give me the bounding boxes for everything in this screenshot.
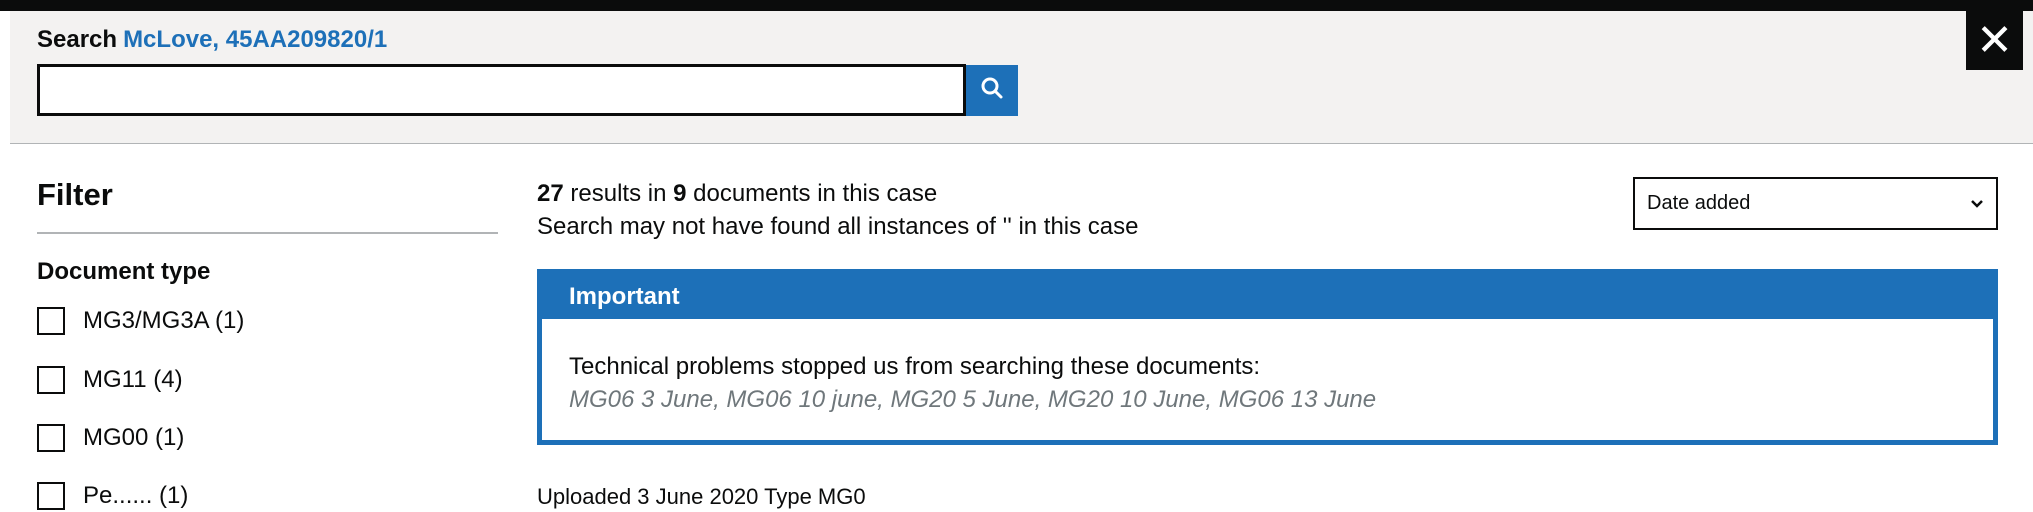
results-note: Search may not have found all instances …	[537, 213, 1139, 240]
filter-option-label: Pe...... (1)	[83, 482, 189, 509]
filter-option-label: MG00 (1)	[83, 424, 185, 451]
close-button[interactable]: ✕	[1966, 11, 2023, 70]
close-icon: ✕	[1976, 15, 2013, 65]
results-summary: 27 results in 9 documents in this case	[537, 180, 937, 208]
filter-option-mg11[interactable]: MG11 (4)	[37, 364, 183, 396]
sort-select[interactable]: Date added	[1633, 177, 1998, 230]
document-count: 9	[673, 180, 687, 207]
search-title: Search McLove, 45AA209820/1	[37, 26, 387, 54]
filter-option-label: MG3/MG3A (1)	[83, 307, 245, 334]
checkbox[interactable]	[37, 424, 65, 452]
result-count: 27	[537, 180, 564, 207]
results-in-text: results in	[570, 180, 667, 207]
filter-divider	[37, 232, 498, 234]
search-label: Search	[37, 26, 118, 53]
checkbox[interactable]	[37, 366, 65, 394]
top-strip	[0, 0, 2033, 11]
important-banner: Important Technical problems stopped us …	[537, 269, 1998, 445]
important-heading: Important	[542, 274, 1993, 319]
search-button[interactable]	[966, 65, 1018, 116]
failed-documents-list: MG06 3 June, MG06 10 june, MG20 5 June, …	[569, 386, 1377, 413]
filter-option-label: MG11 (4)	[83, 366, 183, 393]
case-name-link[interactable]: McLove, 45AA209820/1	[123, 26, 387, 53]
search-header: Search McLove, 45AA209820/1	[10, 11, 2033, 144]
filter-option-mg00[interactable]: MG00 (1)	[37, 422, 184, 454]
results-suffix: documents in this case	[693, 180, 938, 207]
checkbox[interactable]	[37, 482, 65, 510]
search-input[interactable]	[37, 64, 966, 116]
document-type-label: Document type	[37, 258, 211, 285]
filter-option-mg3[interactable]: MG3/MG3A (1)	[37, 305, 244, 337]
result-item[interactable]: Uploaded 3 June 2020 Type MG0	[537, 484, 866, 510]
filter-heading: Filter	[37, 177, 113, 212]
search-icon	[980, 76, 1004, 105]
chevron-down-icon	[1970, 192, 1984, 215]
sort-selected-value: Date added	[1647, 192, 1751, 214]
important-text: Technical problems stopped us from searc…	[569, 353, 1261, 380]
checkbox[interactable]	[37, 307, 65, 335]
filter-option-4[interactable]: Pe...... (1)	[37, 480, 188, 512]
